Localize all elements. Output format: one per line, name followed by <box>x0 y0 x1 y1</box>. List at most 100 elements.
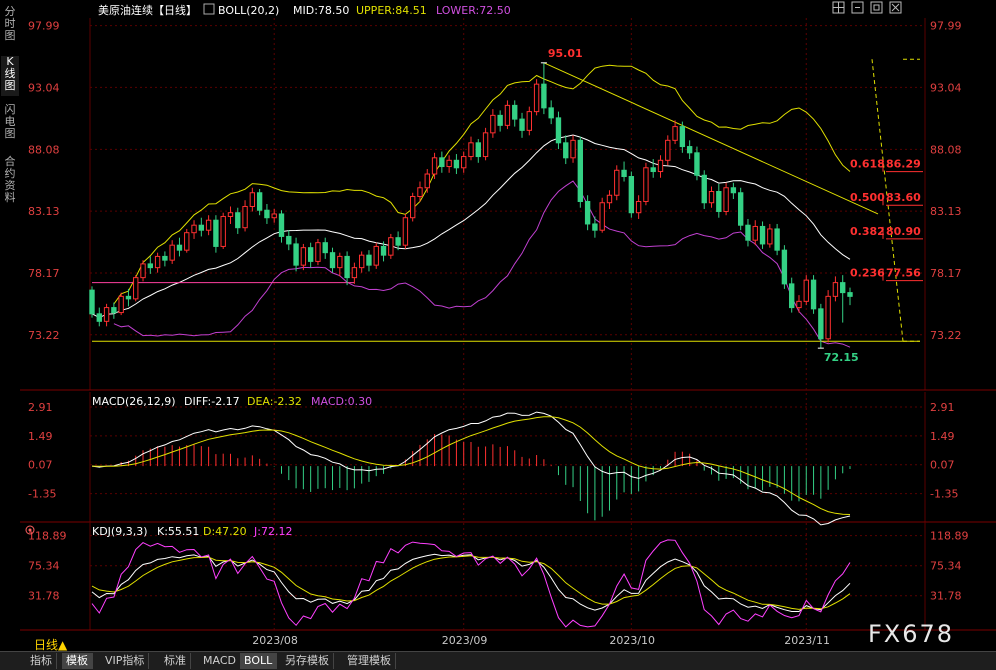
candle-body <box>650 167 656 173</box>
tab-standard[interactable]: 标准 <box>160 653 191 669</box>
candle-body <box>672 126 678 141</box>
candle-body <box>358 254 365 269</box>
candle-body <box>621 169 627 178</box>
kdj-d-value: D:47.20 <box>203 525 247 538</box>
x-tick-label: 2023/09 <box>442 634 488 647</box>
candle-body <box>665 139 671 161</box>
candle-body <box>147 263 153 269</box>
candle-body <box>519 118 525 131</box>
candle-body <box>176 244 183 251</box>
tab-contract-info[interactable]: 合约资料 <box>1 156 19 210</box>
price-tick-label-left: 97.99 <box>28 20 60 33</box>
candle-body <box>577 139 584 202</box>
candle-body <box>191 224 197 234</box>
candle-body <box>169 244 175 261</box>
candle-body <box>614 169 620 196</box>
candle-body <box>635 200 642 214</box>
x-tick-label: 2023/10 <box>609 634 655 647</box>
tab-kline-chart[interactable]: K线图 <box>1 56 19 96</box>
candle-body <box>366 254 372 266</box>
candle-body <box>249 192 256 207</box>
candle-body <box>322 242 328 254</box>
candle-body <box>752 225 758 241</box>
candle-body <box>278 213 285 237</box>
macd-tick-label-left: 2.91 <box>28 401 53 414</box>
kdj-tick-label-right: 31.78 <box>930 590 962 603</box>
candle-body <box>694 152 700 176</box>
fib-ratio-label: 0.236 <box>850 267 885 280</box>
candle-body <box>395 237 401 246</box>
candle-body <box>679 126 686 148</box>
candle-body <box>490 114 496 134</box>
tab-manage-templates[interactable]: 管理模板 <box>343 653 396 669</box>
candle-body <box>453 159 460 169</box>
fib-ratio-label: 0.618 <box>850 158 885 171</box>
low-price-label: 72.15 <box>824 351 859 364</box>
tab-vip-indicators[interactable]: VIP指标 <box>101 653 150 669</box>
tab-boll[interactable]: BOLL <box>240 653 278 669</box>
price-tick-label-left: 73.22 <box>28 329 60 342</box>
candle-body <box>716 191 722 212</box>
price-tick-label-right: 93.04 <box>930 81 962 94</box>
candle-body <box>592 223 598 231</box>
candle-body <box>563 142 569 159</box>
tab-indicators[interactable]: 指标 <box>26 653 57 669</box>
candle-body <box>89 289 95 315</box>
tab-templates[interactable]: 模板 <box>62 653 93 669</box>
candle-body <box>584 200 591 225</box>
symbol-title: 美原油连续【日线】 <box>98 3 197 17</box>
candle-body <box>424 173 430 189</box>
macd-tick-label-left: 1.49 <box>28 430 53 443</box>
fib-value-label: 77.56 <box>886 267 921 280</box>
fib-value-label: 80.90 <box>886 225 921 238</box>
macd-diff-value: DIFF:-2.17 <box>184 395 240 408</box>
candle-body <box>737 192 744 226</box>
candle-body <box>293 243 299 266</box>
candle-body <box>745 224 751 241</box>
candle-body <box>417 187 423 197</box>
candle-body <box>140 263 146 279</box>
price-tick-label-right: 83.13 <box>930 205 962 218</box>
header-boll-period-label: BOLL(20,2) <box>218 4 279 17</box>
high-price-label: 95.01 <box>548 47 583 60</box>
boll-mid-value: MID:78.50 <box>293 4 349 17</box>
candle-body <box>271 213 277 219</box>
candle-body <box>351 267 358 279</box>
candle-body <box>402 217 409 246</box>
tab-save-template[interactable]: 另存模板 <box>281 653 334 669</box>
candle-body <box>380 245 387 256</box>
candle-body <box>213 219 219 247</box>
candle-body <box>628 176 635 214</box>
bottom-toolbar: 指标 模板 VIP指标 标准 MACD BOLL 另存模板 管理模板 <box>0 651 996 670</box>
candle-body <box>439 157 445 168</box>
fib-ratio-label: 0.382 <box>850 225 885 238</box>
candle-body <box>759 225 766 245</box>
tab-flash-chart[interactable]: 闪电图 <box>1 104 19 144</box>
price-tick-label-left: 88.08 <box>28 143 60 156</box>
candle-body <box>235 212 241 229</box>
candle-body <box>242 205 248 229</box>
candle-body <box>781 249 788 285</box>
candle-body <box>103 307 110 322</box>
candle-body <box>840 282 846 294</box>
candle-body <box>461 156 467 169</box>
candle-body <box>446 159 452 168</box>
tab-time-chart[interactable]: 分时图 <box>1 6 19 46</box>
candle-body <box>686 146 693 154</box>
candle-body <box>847 292 853 297</box>
candle-body <box>657 159 664 173</box>
candle-body <box>512 104 518 120</box>
candle-body <box>133 277 139 300</box>
fib-value-label: 86.29 <box>886 158 921 171</box>
candle-body <box>606 194 613 204</box>
kline-chart[interactable]: 97.99 97.99 93.04 93.04 88.08 88.08 83.13 83.13… <box>20 0 996 651</box>
macd-tick-label-right: -1.35 <box>930 488 958 501</box>
kdj-title: KDJ(9,3,3) <box>92 525 148 538</box>
price-tick-label-left: 83.13 <box>28 205 60 218</box>
candle-body <box>125 295 132 300</box>
tab-macd[interactable]: MACD <box>199 653 241 669</box>
macd-title: MACD(26,12,9) <box>92 395 176 408</box>
macd-value: MACD:0.30 <box>311 395 372 408</box>
candle-body <box>475 142 481 158</box>
candle-body <box>388 237 394 256</box>
